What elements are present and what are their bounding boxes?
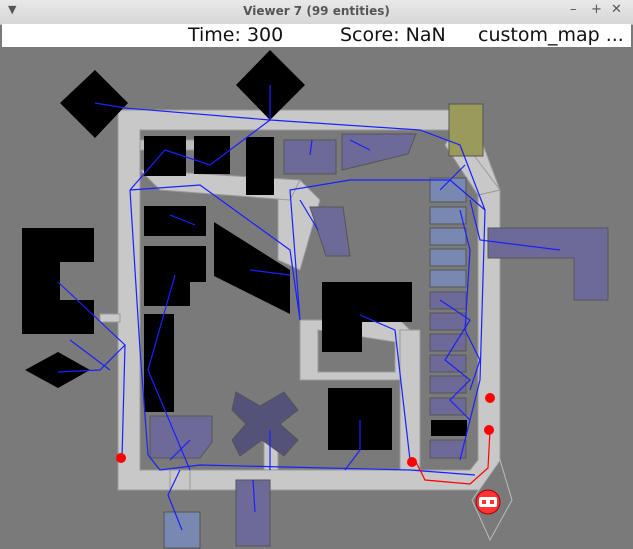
close-icon[interactable]: ✕ bbox=[611, 2, 622, 17]
obstacle bbox=[144, 206, 206, 236]
robot-icon[interactable] bbox=[475, 489, 501, 515]
map-name: custom_map ... bbox=[478, 24, 624, 46]
zone-shelf bbox=[429, 354, 467, 373]
zone-shelf bbox=[429, 397, 467, 416]
zone-shelf bbox=[429, 269, 467, 288]
obstacle bbox=[246, 137, 274, 195]
zone-shelf bbox=[429, 312, 467, 331]
maximize-icon[interactable]: + bbox=[591, 2, 602, 17]
zone-shelf bbox=[429, 248, 467, 267]
zone-shelf bbox=[429, 291, 467, 310]
agent-marker bbox=[407, 457, 417, 467]
zone bbox=[235, 479, 271, 547]
zone-olive bbox=[448, 103, 484, 157]
zone-shelf bbox=[429, 206, 467, 225]
obstacle bbox=[194, 136, 230, 174]
agent-marker bbox=[116, 453, 126, 463]
minimize-icon[interactable]: – bbox=[570, 2, 577, 17]
agent-marker bbox=[485, 393, 495, 403]
time-readout: Time: 300 bbox=[188, 24, 284, 46]
obstacle-small bbox=[431, 420, 467, 436]
zone-shelf bbox=[429, 333, 467, 352]
zone bbox=[149, 415, 213, 459]
score-readout: Score: NaN bbox=[340, 24, 446, 46]
viewer-window: ▼ Viewer 7 (99 entities) – + ✕ Time: 300… bbox=[0, 0, 633, 549]
map-canvas[interactable] bbox=[0, 47, 633, 549]
agent-marker bbox=[484, 425, 494, 435]
window-title: Viewer 7 (99 entities) bbox=[243, 4, 390, 18]
obstacle bbox=[144, 136, 186, 176]
title-bar[interactable]: ▼ Viewer 7 (99 entities) – + ✕ bbox=[0, 0, 633, 25]
zone-shelf bbox=[429, 375, 467, 394]
zone bbox=[283, 139, 337, 175]
hud-bar: Time: 300 Score: NaN custom_map ... bbox=[2, 24, 631, 47]
zone-shelf bbox=[429, 227, 467, 246]
